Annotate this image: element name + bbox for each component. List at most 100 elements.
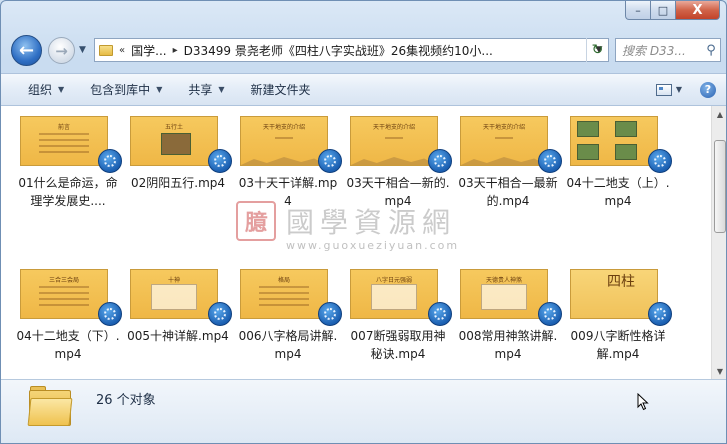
file-item[interactable]: 十神 005十神详解.mp4	[125, 269, 235, 379]
media-player-icon	[98, 149, 122, 173]
media-player-icon	[428, 149, 452, 173]
chevron-right-icon[interactable]: ▸	[173, 45, 178, 56]
video-thumbnail: 格局	[240, 269, 328, 319]
thumbnail-title: 天干地支的介绍	[482, 124, 525, 131]
file-name: 008常用神煞讲解.mp4	[458, 329, 558, 361]
video-thumbnail: 天干地支的介绍	[460, 116, 548, 166]
media-player-icon	[648, 149, 672, 173]
video-thumbnail: 前言	[20, 116, 108, 166]
chevron-down-icon: ▼	[156, 85, 163, 94]
search-icon[interactable]: ⚲	[702, 43, 720, 58]
file-item[interactable]: 四柱 009八字断性格详解.mp4	[565, 269, 675, 379]
video-thumbnail: 五行土	[130, 116, 218, 166]
breadcrumb-overflow[interactable]: «	[119, 45, 125, 56]
thumbnail-title: 天干地支的介绍	[372, 124, 415, 131]
file-name: 01什么是命运，命理学发展史....	[18, 176, 118, 208]
file-item[interactable]: 三合三会局 04十二地支（下）.mp4	[15, 269, 125, 379]
thumbnail-title: 前言	[57, 124, 70, 131]
new-folder-label: 新建文件夹	[250, 83, 311, 97]
video-thumbnail: 八字日元强弱	[350, 269, 438, 319]
video-thumbnail: 三合三会局	[20, 269, 108, 319]
thumbnail-title: 格局	[277, 277, 290, 284]
thumbnail-title: 八字日元强弱	[375, 277, 412, 284]
forward-button[interactable]: →	[48, 37, 75, 64]
media-player-icon	[538, 302, 562, 326]
media-player-icon	[428, 302, 452, 326]
video-thumbnail: 天干地支的介绍	[240, 116, 328, 166]
folder-icon	[95, 44, 117, 56]
breadcrumb: « 国学... ▸ D33499 景尧老师《四柱八字实战班》26集视频约10小.…	[117, 42, 590, 59]
file-name: 009八字断性格详解.mp4	[570, 329, 666, 361]
folder-icon	[27, 386, 73, 426]
thumbnail-title: 三合三会局	[48, 277, 79, 284]
file-item[interactable]: 格局 006八字格局讲解.mp4	[235, 269, 345, 379]
media-player-icon	[318, 149, 342, 173]
file-name: 03天干相合—新的.mp4	[346, 176, 450, 208]
file-item[interactable]: 天干地支的介绍 03十天干详解.mp4	[235, 116, 345, 269]
file-item[interactable]: 五行土 02阴阳五行.mp4	[125, 116, 235, 269]
video-thumbnail: 天干地支的介绍	[350, 116, 438, 166]
help-icon[interactable]: ?	[700, 81, 716, 98]
thumbnail-title: 五行土	[164, 124, 183, 131]
breadcrumb-segment-current[interactable]: D33499 景尧老师《四柱八字实战班》26集视频约10小...	[184, 42, 493, 59]
thumbnail-title: 天德贵人神煞	[485, 277, 522, 284]
video-thumbnail: 十神	[130, 269, 218, 319]
item-count: 26 个对象	[96, 393, 156, 408]
back-button[interactable]: ←	[11, 35, 42, 66]
command-bar: 组织 ▼ 包含到库中 ▼ 共享 ▼ 新建文件夹 ▼ ?	[1, 73, 726, 106]
file-item[interactable]: 天干地支的介绍 03天干相合—最新的.mp4	[455, 116, 565, 269]
scroll-down-button[interactable]: ▼	[712, 363, 726, 379]
navigation-bar: ← → ▼ « 国学... ▸ D33499 景尧老师《四柱八字实战班》26集视…	[1, 33, 726, 69]
file-list-pane[interactable]: 前言 01什么是命运，命理学发展史.... 五行土 02阴阳五行.mp4 天干地支的介绍…	[1, 106, 711, 379]
video-thumbnail: 天德贵人神煞	[460, 269, 548, 319]
maximize-button[interactable]: □	[651, 1, 676, 20]
caption-buttons: – □ X	[625, 1, 720, 20]
scrollbar-thumb[interactable]	[714, 140, 726, 233]
file-name: 007断强弱取用神秘诀.mp4	[350, 329, 446, 361]
address-bar[interactable]: « 国学... ▸ D33499 景尧老师《四柱八字实战班》26集视频约10小.…	[94, 38, 609, 62]
recent-pages-dropdown[interactable]: ▼	[79, 45, 86, 55]
search-input[interactable]: 搜索 D33... ⚲	[615, 38, 721, 62]
file-name: 006八字格局讲解.mp4	[238, 329, 338, 361]
refresh-button[interactable]: ↻	[586, 38, 608, 62]
include-library-label: 包含到库中	[90, 83, 151, 97]
media-player-icon	[648, 302, 672, 326]
organize-label: 组织	[28, 83, 53, 97]
file-item[interactable]: 天德贵人神煞 008常用神煞讲解.mp4	[455, 269, 565, 379]
file-item[interactable]: 八字日元强弱 007断强弱取用神秘诀.mp4	[345, 269, 455, 379]
video-thumbnail: 四柱	[570, 269, 658, 319]
vertical-scrollbar[interactable]: ▲ ▼	[711, 106, 726, 379]
media-player-icon	[538, 149, 562, 173]
chevron-down-icon: ▼	[58, 85, 65, 94]
file-item[interactable]: 前言 01什么是命运，命理学发展史....	[15, 116, 125, 269]
breadcrumb-segment-guoxue[interactable]: 国学...	[131, 42, 166, 59]
mouse-cursor-icon	[637, 393, 649, 411]
new-folder-button[interactable]: 新建文件夹	[238, 74, 324, 105]
file-grid: 前言 01什么是命运，命理学发展史.... 五行土 02阴阳五行.mp4 天干地支的介绍…	[15, 116, 675, 379]
minimize-button[interactable]: –	[625, 1, 651, 20]
file-name: 005十神详解.mp4	[127, 329, 229, 343]
media-player-icon	[208, 302, 232, 326]
toolbar-right: ▼ ?	[655, 74, 716, 105]
file-name: 04十二地支（上）.mp4	[566, 176, 670, 208]
thumbnail-title: 天干地支的介绍	[262, 124, 305, 131]
file-name: 04十二地支（下）.mp4	[16, 329, 120, 361]
search-placeholder: 搜索 D33...	[622, 43, 686, 58]
scroll-up-button[interactable]: ▲	[712, 106, 726, 122]
thumbnail-title: 十神	[167, 277, 180, 284]
file-name: 03十天干详解.mp4	[238, 176, 338, 208]
file-item[interactable]: 天干地支的介绍 03天干相合—新的.mp4	[345, 116, 455, 269]
file-name: 02阴阳五行.mp4	[130, 176, 226, 190]
include-in-library-menu[interactable]: 包含到库中 ▼	[77, 74, 175, 105]
share-menu[interactable]: 共享 ▼	[175, 74, 237, 105]
change-view-icon[interactable]	[655, 83, 672, 96]
file-item[interactable]: 04十二地支（上）.mp4	[565, 116, 675, 269]
explorer-window: – □ X ← → ▼ « 国学... ▸ D33499 景尧老师《四柱八字实战…	[0, 0, 727, 444]
details-pane: 26 个对象	[1, 379, 726, 443]
organize-menu[interactable]: 组织 ▼	[1, 74, 77, 105]
video-thumbnail	[570, 116, 658, 166]
close-button[interactable]: X	[676, 1, 720, 20]
chevron-down-icon: ▼	[218, 85, 225, 94]
view-options-dropdown[interactable]: ▼	[676, 85, 682, 94]
media-player-icon	[208, 149, 232, 173]
